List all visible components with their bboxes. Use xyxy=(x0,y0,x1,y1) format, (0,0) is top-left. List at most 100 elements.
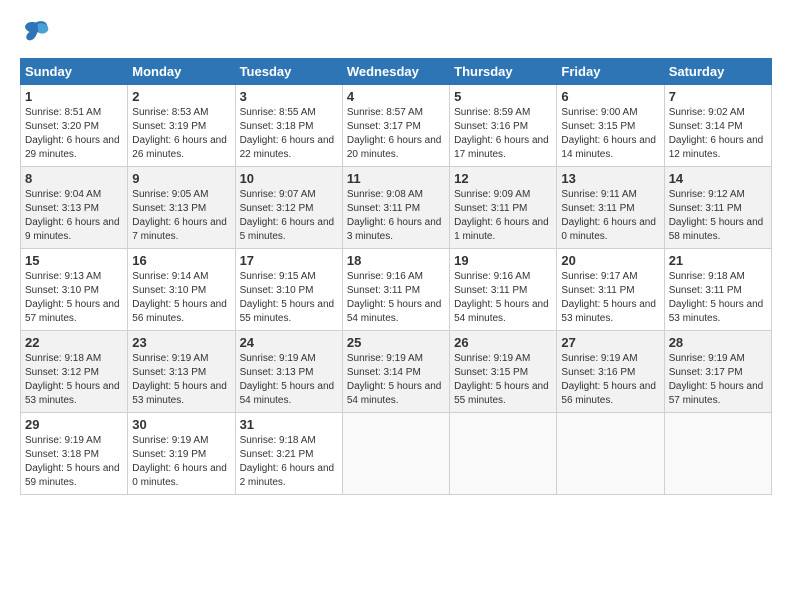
col-header-wednesday: Wednesday xyxy=(342,59,449,85)
col-header-saturday: Saturday xyxy=(664,59,771,85)
day-number: 3 xyxy=(240,89,338,104)
day-info: Sunrise: 9:19 AMSunset: 3:18 PMDaylight:… xyxy=(25,434,123,490)
day-number: 5 xyxy=(454,89,552,104)
day-cell: 2 Sunrise: 8:53 AMSunset: 3:19 PMDayligh… xyxy=(128,85,235,167)
day-info: Sunrise: 9:16 AMSunset: 3:11 PMDaylight:… xyxy=(347,270,445,326)
day-number: 8 xyxy=(25,171,123,186)
day-cell xyxy=(664,413,771,495)
day-cell: 15 Sunrise: 9:13 AMSunset: 3:10 PMDaylig… xyxy=(21,249,128,331)
day-cell: 5 Sunrise: 8:59 AMSunset: 3:16 PMDayligh… xyxy=(450,85,557,167)
day-number: 24 xyxy=(240,335,338,350)
day-number: 28 xyxy=(669,335,767,350)
day-cell: 12 Sunrise: 9:09 AMSunset: 3:11 PMDaylig… xyxy=(450,167,557,249)
day-info: Sunrise: 9:19 AMSunset: 3:13 PMDaylight:… xyxy=(240,352,338,408)
day-info: Sunrise: 9:08 AMSunset: 3:11 PMDaylight:… xyxy=(347,188,445,244)
day-info: Sunrise: 9:19 AMSunset: 3:17 PMDaylight:… xyxy=(669,352,767,408)
week-row-5: 29 Sunrise: 9:19 AMSunset: 3:18 PMDaylig… xyxy=(21,413,772,495)
day-number: 29 xyxy=(25,417,123,432)
col-header-thursday: Thursday xyxy=(450,59,557,85)
day-info: Sunrise: 9:13 AMSunset: 3:10 PMDaylight:… xyxy=(25,270,123,326)
day-cell: 14 Sunrise: 9:12 AMSunset: 3:11 PMDaylig… xyxy=(664,167,771,249)
day-cell: 25 Sunrise: 9:19 AMSunset: 3:14 PMDaylig… xyxy=(342,331,449,413)
day-number: 31 xyxy=(240,417,338,432)
day-cell: 10 Sunrise: 9:07 AMSunset: 3:12 PMDaylig… xyxy=(235,167,342,249)
week-row-4: 22 Sunrise: 9:18 AMSunset: 3:12 PMDaylig… xyxy=(21,331,772,413)
day-cell xyxy=(557,413,664,495)
day-number: 10 xyxy=(240,171,338,186)
day-number: 11 xyxy=(347,171,445,186)
day-cell: 26 Sunrise: 9:19 AMSunset: 3:15 PMDaylig… xyxy=(450,331,557,413)
day-number: 22 xyxy=(25,335,123,350)
day-info: Sunrise: 8:55 AMSunset: 3:18 PMDaylight:… xyxy=(240,106,338,162)
day-info: Sunrise: 9:04 AMSunset: 3:13 PMDaylight:… xyxy=(25,188,123,244)
day-cell: 11 Sunrise: 9:08 AMSunset: 3:11 PMDaylig… xyxy=(342,167,449,249)
day-info: Sunrise: 9:19 AMSunset: 3:15 PMDaylight:… xyxy=(454,352,552,408)
day-info: Sunrise: 9:05 AMSunset: 3:13 PMDaylight:… xyxy=(132,188,230,244)
day-number: 14 xyxy=(669,171,767,186)
day-info: Sunrise: 9:07 AMSunset: 3:12 PMDaylight:… xyxy=(240,188,338,244)
day-info: Sunrise: 8:51 AMSunset: 3:20 PMDaylight:… xyxy=(25,106,123,162)
day-cell: 1 Sunrise: 8:51 AMSunset: 3:20 PMDayligh… xyxy=(21,85,128,167)
day-number: 9 xyxy=(132,171,230,186)
col-header-tuesday: Tuesday xyxy=(235,59,342,85)
day-cell: 17 Sunrise: 9:15 AMSunset: 3:10 PMDaylig… xyxy=(235,249,342,331)
day-info: Sunrise: 9:02 AMSunset: 3:14 PMDaylight:… xyxy=(669,106,767,162)
page: SundayMondayTuesdayWednesdayThursdayFrid… xyxy=(0,0,792,505)
day-info: Sunrise: 9:19 AMSunset: 3:13 PMDaylight:… xyxy=(132,352,230,408)
week-row-3: 15 Sunrise: 9:13 AMSunset: 3:10 PMDaylig… xyxy=(21,249,772,331)
day-number: 16 xyxy=(132,253,230,268)
day-cell: 23 Sunrise: 9:19 AMSunset: 3:13 PMDaylig… xyxy=(128,331,235,413)
day-cell: 18 Sunrise: 9:16 AMSunset: 3:11 PMDaylig… xyxy=(342,249,449,331)
day-info: Sunrise: 8:59 AMSunset: 3:16 PMDaylight:… xyxy=(454,106,552,162)
day-cell: 7 Sunrise: 9:02 AMSunset: 3:14 PMDayligh… xyxy=(664,85,771,167)
day-cell: 27 Sunrise: 9:19 AMSunset: 3:16 PMDaylig… xyxy=(557,331,664,413)
day-info: Sunrise: 9:12 AMSunset: 3:11 PMDaylight:… xyxy=(669,188,767,244)
day-number: 27 xyxy=(561,335,659,350)
day-number: 6 xyxy=(561,89,659,104)
day-info: Sunrise: 9:15 AMSunset: 3:10 PMDaylight:… xyxy=(240,270,338,326)
day-number: 25 xyxy=(347,335,445,350)
day-number: 1 xyxy=(25,89,123,104)
day-info: Sunrise: 9:18 AMSunset: 3:12 PMDaylight:… xyxy=(25,352,123,408)
day-cell xyxy=(342,413,449,495)
day-cell: 13 Sunrise: 9:11 AMSunset: 3:11 PMDaylig… xyxy=(557,167,664,249)
day-info: Sunrise: 9:14 AMSunset: 3:10 PMDaylight:… xyxy=(132,270,230,326)
day-cell: 30 Sunrise: 9:19 AMSunset: 3:19 PMDaylig… xyxy=(128,413,235,495)
day-info: Sunrise: 9:19 AMSunset: 3:16 PMDaylight:… xyxy=(561,352,659,408)
day-number: 12 xyxy=(454,171,552,186)
col-header-monday: Monday xyxy=(128,59,235,85)
day-cell: 4 Sunrise: 8:57 AMSunset: 3:17 PMDayligh… xyxy=(342,85,449,167)
logo-bird-icon xyxy=(20,16,52,48)
week-row-2: 8 Sunrise: 9:04 AMSunset: 3:13 PMDayligh… xyxy=(21,167,772,249)
day-cell: 19 Sunrise: 9:16 AMSunset: 3:11 PMDaylig… xyxy=(450,249,557,331)
day-number: 13 xyxy=(561,171,659,186)
day-number: 21 xyxy=(669,253,767,268)
day-cell: 20 Sunrise: 9:17 AMSunset: 3:11 PMDaylig… xyxy=(557,249,664,331)
day-cell: 29 Sunrise: 9:19 AMSunset: 3:18 PMDaylig… xyxy=(21,413,128,495)
day-cell: 6 Sunrise: 9:00 AMSunset: 3:15 PMDayligh… xyxy=(557,85,664,167)
day-info: Sunrise: 9:17 AMSunset: 3:11 PMDaylight:… xyxy=(561,270,659,326)
day-info: Sunrise: 9:18 AMSunset: 3:21 PMDaylight:… xyxy=(240,434,338,490)
day-cell xyxy=(450,413,557,495)
day-cell: 31 Sunrise: 9:18 AMSunset: 3:21 PMDaylig… xyxy=(235,413,342,495)
day-cell: 16 Sunrise: 9:14 AMSunset: 3:10 PMDaylig… xyxy=(128,249,235,331)
day-number: 18 xyxy=(347,253,445,268)
day-info: Sunrise: 9:19 AMSunset: 3:19 PMDaylight:… xyxy=(132,434,230,490)
day-cell: 24 Sunrise: 9:19 AMSunset: 3:13 PMDaylig… xyxy=(235,331,342,413)
header-row: SundayMondayTuesdayWednesdayThursdayFrid… xyxy=(21,59,772,85)
day-number: 15 xyxy=(25,253,123,268)
day-cell: 22 Sunrise: 9:18 AMSunset: 3:12 PMDaylig… xyxy=(21,331,128,413)
day-info: Sunrise: 9:19 AMSunset: 3:14 PMDaylight:… xyxy=(347,352,445,408)
day-info: Sunrise: 9:00 AMSunset: 3:15 PMDaylight:… xyxy=(561,106,659,162)
day-number: 4 xyxy=(347,89,445,104)
day-cell: 8 Sunrise: 9:04 AMSunset: 3:13 PMDayligh… xyxy=(21,167,128,249)
day-cell: 3 Sunrise: 8:55 AMSunset: 3:18 PMDayligh… xyxy=(235,85,342,167)
day-info: Sunrise: 9:11 AMSunset: 3:11 PMDaylight:… xyxy=(561,188,659,244)
day-info: Sunrise: 9:18 AMSunset: 3:11 PMDaylight:… xyxy=(669,270,767,326)
day-info: Sunrise: 8:57 AMSunset: 3:17 PMDaylight:… xyxy=(347,106,445,162)
col-header-friday: Friday xyxy=(557,59,664,85)
day-number: 2 xyxy=(132,89,230,104)
week-row-1: 1 Sunrise: 8:51 AMSunset: 3:20 PMDayligh… xyxy=(21,85,772,167)
day-info: Sunrise: 9:16 AMSunset: 3:11 PMDaylight:… xyxy=(454,270,552,326)
day-info: Sunrise: 8:53 AMSunset: 3:19 PMDaylight:… xyxy=(132,106,230,162)
